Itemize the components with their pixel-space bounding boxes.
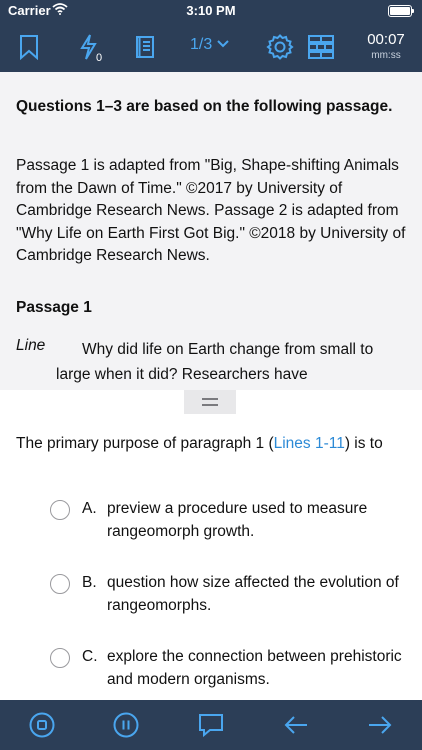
- question-selector[interactable]: 1/3: [190, 36, 230, 54]
- equals-icon: [202, 398, 218, 406]
- passage-source: Passage 1 is adapted from "Big, Shape-sh…: [16, 157, 406, 264]
- choice-a[interactable]: A. preview a procedure used to measure r…: [0, 498, 422, 558]
- question-counter: 1/3: [190, 36, 213, 53]
- passage-panel[interactable]: Questions 1–3 are based on the following…: [0, 72, 422, 390]
- passage-body: Why did life on Earth change from small …: [56, 341, 374, 383]
- choice-letter: A.: [82, 500, 97, 517]
- question-prefix: The primary purpose of paragraph 1 (: [16, 435, 274, 452]
- book-icon[interactable]: [130, 30, 160, 64]
- stop-circle-icon[interactable]: [26, 709, 58, 741]
- timer-unit: mm:ss: [371, 50, 401, 61]
- lines-link[interactable]: Lines 1-11: [274, 435, 345, 452]
- chevron-down-icon: [216, 36, 230, 54]
- radio-button[interactable]: [50, 500, 70, 520]
- status-bar: Carrier 3:10 PM: [0, 0, 422, 22]
- status-time: 3:10 PM: [186, 3, 236, 18]
- arrow-right-icon[interactable]: [364, 709, 396, 741]
- gear-icon[interactable]: [264, 30, 296, 64]
- comment-icon[interactable]: [195, 709, 227, 741]
- battery-icon: [388, 5, 414, 17]
- toolbar: 0 1/3 00:07 mm:ss: [0, 22, 422, 72]
- choice-c[interactable]: C. explore the connection between prehis…: [0, 646, 422, 706]
- passage-heading: Questions 1–3 are based on the following…: [16, 98, 393, 115]
- choice-letter: B.: [82, 574, 97, 591]
- radio-button[interactable]: [50, 574, 70, 594]
- choice-letter: C.: [82, 648, 98, 665]
- bolt-count-badge: 0: [96, 52, 103, 64]
- choice-b[interactable]: B. question how size affected the evolut…: [0, 572, 422, 632]
- bookmark-icon[interactable]: [14, 30, 44, 64]
- line-label: Line: [16, 337, 46, 354]
- question-text: The primary purpose of paragraph 1 (Line…: [16, 433, 411, 455]
- grid-icon[interactable]: [304, 30, 338, 64]
- passage-title: Passage 1: [16, 299, 92, 316]
- resize-handle[interactable]: [184, 390, 236, 414]
- timer-value: 00:07: [367, 31, 405, 48]
- question-suffix: ) is to: [344, 435, 383, 452]
- timer[interactable]: 00:07 mm:ss: [356, 31, 416, 61]
- choice-text: explore the connection between prehistor…: [107, 648, 402, 688]
- bottom-bar: [0, 700, 422, 750]
- choice-text: preview a procedure used to measure rang…: [107, 500, 368, 540]
- arrow-left-icon[interactable]: [280, 709, 312, 741]
- radio-button[interactable]: [50, 648, 70, 668]
- pause-circle-icon[interactable]: [110, 709, 142, 741]
- top-area: Carrier 3:10 PM 0 1/3 00:07 mm:ss: [0, 0, 422, 72]
- choice-text: question how size affected the evolution…: [107, 574, 399, 614]
